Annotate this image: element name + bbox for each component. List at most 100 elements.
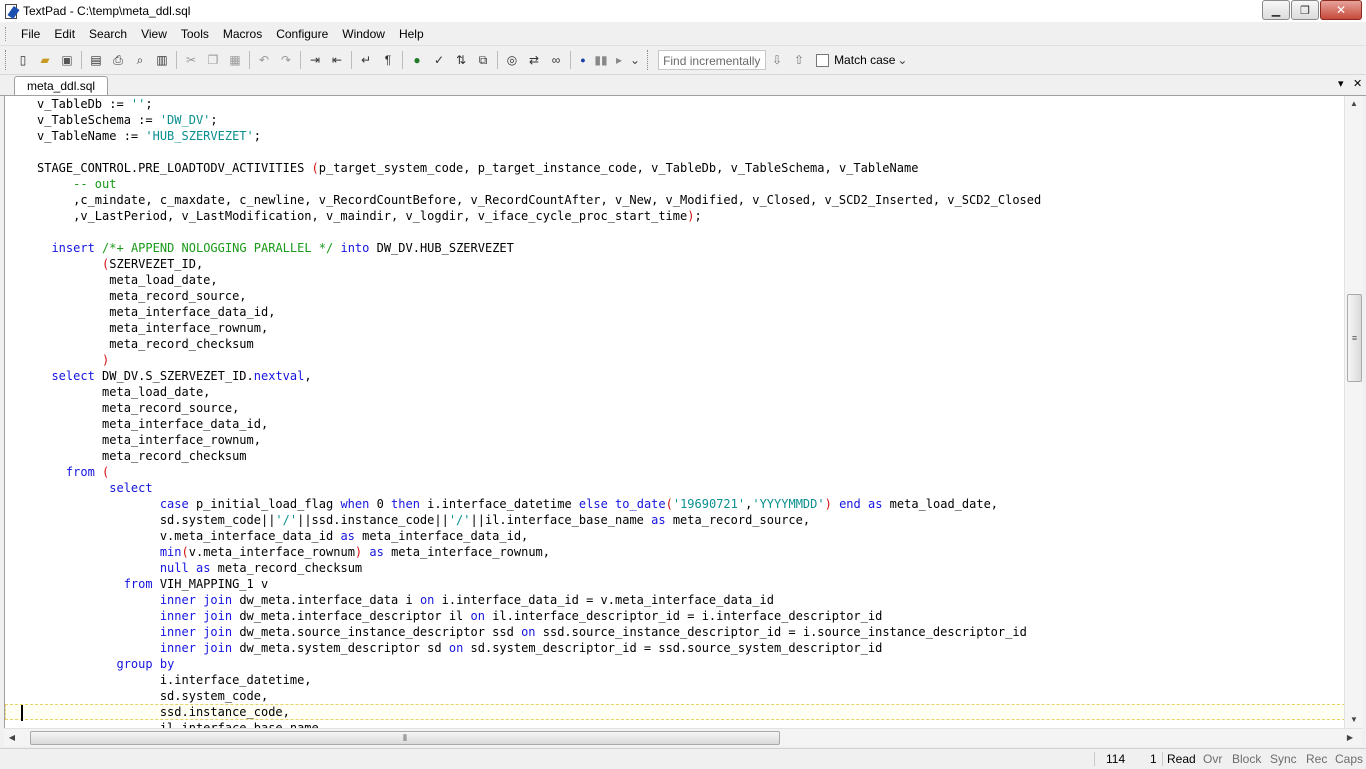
redo-icon[interactable]: ↷ [277, 51, 295, 69]
binoculars-icon[interactable]: ∞ [547, 51, 565, 69]
close-button[interactable]: ✕ [1320, 0, 1362, 20]
code-line[interactable]: meta_record_source, [5, 288, 1345, 304]
save-icon[interactable]: ▣ [58, 51, 76, 69]
code-line[interactable]: meta_load_date, [5, 384, 1345, 400]
code-editor[interactable]: v_TableDb := ''; v_TableSchema := 'DW_DV'… [4, 96, 1345, 728]
find-toolbar-grip[interactable] [647, 50, 650, 70]
code-line[interactable]: meta_interface_rownum, [5, 320, 1345, 336]
code-line[interactable]: from ( [5, 464, 1345, 480]
code-line[interactable]: meta_record_checksum [5, 336, 1345, 352]
tab-list-dropdown-icon[interactable]: ▾ [1338, 77, 1344, 90]
code-line[interactable]: meta_record_source, [5, 400, 1345, 416]
code-line[interactable]: il.interface_base_name, [5, 720, 1345, 728]
code-line[interactable]: inner join dw_meta.interface_descriptor … [5, 608, 1345, 624]
outdent-icon[interactable]: ⇤ [328, 51, 346, 69]
save-all-icon[interactable]: ▤ [87, 51, 105, 69]
menu-search[interactable]: Search [82, 23, 134, 45]
play-macro-icon[interactable]: ▮▮ [594, 51, 608, 69]
status-block[interactable]: Block [1232, 752, 1261, 766]
code-line[interactable]: v_TableName := 'HUB_SZERVEZET'; [5, 128, 1345, 144]
code-line[interactable]: insert /*+ APPEND NOLOGGING PARALLEL */ … [5, 240, 1345, 256]
code-line[interactable]: ,c_mindate, c_maxdate, c_newline, v_Reco… [5, 192, 1345, 208]
code-line[interactable]: sd.system_code||'/'||ssd.instance_code||… [5, 512, 1345, 528]
code-line[interactable]: sd.system_code, [5, 688, 1345, 704]
undo-icon[interactable]: ↶ [255, 51, 273, 69]
code-line[interactable]: ,v_LastPeriod, v_LastModification, v_mai… [5, 208, 1345, 224]
code-line[interactable]: (SZERVEZET_ID, [5, 256, 1345, 272]
code-line[interactable] [5, 224, 1345, 240]
minimize-button[interactable]: ▁ [1262, 0, 1290, 20]
code-line[interactable]: v_TableDb := ''; [5, 96, 1345, 112]
code-line[interactable] [5, 144, 1345, 160]
code-line[interactable]: inner join dw_meta.source_instance_descr… [5, 624, 1345, 640]
find-next-arrow-icon[interactable]: ⇩ [768, 51, 786, 69]
print-icon[interactable]: ⎙ [109, 51, 127, 69]
code-line[interactable]: group by [5, 656, 1345, 672]
code-line[interactable]: select DW_DV.S_SZERVEZET_ID.nextval, [5, 368, 1345, 384]
code-line[interactable]: case p_initial_load_flag when 0 then i.i… [5, 496, 1345, 512]
horizontal-scroll-thumb[interactable]: ⦀ [30, 731, 780, 745]
close-document-icon[interactable]: ✕ [1353, 77, 1362, 90]
sort-icon[interactable]: ⇅ [452, 51, 470, 69]
record-macro-icon[interactable]: ● [576, 51, 590, 69]
find-incrementally-input[interactable]: Find incrementally [658, 50, 767, 70]
toolbar-overflow-chevron[interactable]: ⌄ [630, 53, 640, 67]
code-line[interactable]: min(v.meta_interface_rownum) as meta_int… [5, 544, 1345, 560]
code-line[interactable]: ssd.instance_code, [5, 704, 1345, 720]
status-sync[interactable]: Sync [1270, 752, 1297, 766]
word-wrap-icon[interactable]: ↵ [357, 51, 375, 69]
code-line[interactable]: from VIH_MAPPING_1 v [5, 576, 1345, 592]
spellcheck-icon[interactable]: ✓ [430, 51, 448, 69]
print-preview-icon[interactable]: ⌕ [131, 51, 149, 69]
vertical-scroll-thumb[interactable]: ≡ [1347, 294, 1362, 382]
scroll-right-arrow-icon[interactable]: ▶ [1342, 729, 1358, 746]
menu-view[interactable]: View [134, 23, 174, 45]
run-macro-icon[interactable]: ▸ [612, 51, 626, 69]
status-read[interactable]: Read [1167, 752, 1196, 766]
pilcrow-icon[interactable]: ¶ [379, 51, 397, 69]
open-folder-icon[interactable]: ▰ [36, 51, 54, 69]
code-line[interactable]: meta_interface_data_id, [5, 304, 1345, 320]
cut-icon[interactable]: ✂ [182, 51, 200, 69]
status-record[interactable]: Rec [1306, 752, 1327, 766]
menu-window[interactable]: Window [335, 23, 392, 45]
copy-icon[interactable]: ❐ [204, 51, 222, 69]
new-file-icon[interactable]: ▯ [14, 51, 32, 69]
code-line[interactable]: meta_interface_data_id, [5, 416, 1345, 432]
maximize-button[interactable]: ❐ [1291, 0, 1319, 20]
spell-icon[interactable]: ▥ [153, 51, 171, 69]
paste-icon[interactable]: ▦ [226, 51, 244, 69]
menu-macros[interactable]: Macros [216, 23, 269, 45]
code-line[interactable]: meta_record_checksum [5, 448, 1345, 464]
vertical-scrollbar[interactable]: ▲ ≡ ▼ [1344, 96, 1363, 728]
menu-help[interactable]: Help [392, 23, 431, 45]
menu-file[interactable]: File [14, 23, 47, 45]
code-line[interactable]: -- out [5, 176, 1345, 192]
scroll-down-arrow-icon[interactable]: ▼ [1345, 712, 1363, 728]
textpad-app-icon[interactable] [3, 3, 20, 20]
code-line[interactable]: i.interface_datetime, [5, 672, 1345, 688]
code-line[interactable]: meta_load_date, [5, 272, 1345, 288]
toolbar-grip[interactable] [5, 50, 8, 70]
code-line[interactable]: null as meta_record_checksum [5, 560, 1345, 576]
code-line[interactable]: inner join dw_meta.system_descriptor sd … [5, 640, 1345, 656]
code-line[interactable]: v_TableSchema := 'DW_DV'; [5, 112, 1345, 128]
tab-meta-ddl-sql[interactable]: meta_ddl.sql [14, 76, 109, 95]
code-line[interactable]: v.meta_interface_data_id as meta_interfa… [5, 528, 1345, 544]
menu-configure[interactable]: Configure [269, 23, 335, 45]
indent-icon[interactable]: ⇥ [306, 51, 324, 69]
code-line[interactable]: meta_interface_rownum, [5, 432, 1345, 448]
scroll-up-arrow-icon[interactable]: ▲ [1345, 96, 1363, 112]
find-toolbar-overflow-chevron[interactable]: ⌄ [897, 53, 907, 67]
code-line[interactable]: select [5, 480, 1345, 496]
match-case-checkbox[interactable] [816, 53, 830, 67]
code-line[interactable]: ) [5, 352, 1345, 368]
compare-icon[interactable]: ⧉ [474, 51, 492, 69]
browser-icon[interactable]: ● [408, 51, 426, 69]
code-line[interactable]: STAGE_CONTROL.PRE_LOADTODV_ACTIVITIES (p… [5, 160, 1345, 176]
menu-edit[interactable]: Edit [47, 23, 82, 45]
replace-icon[interactable]: ⇄ [525, 51, 543, 69]
code-line[interactable]: inner join dw_meta.interface_data i on i… [5, 592, 1345, 608]
menu-tools[interactable]: Tools [174, 23, 216, 45]
find-icon[interactable]: ◎ [503, 51, 521, 69]
